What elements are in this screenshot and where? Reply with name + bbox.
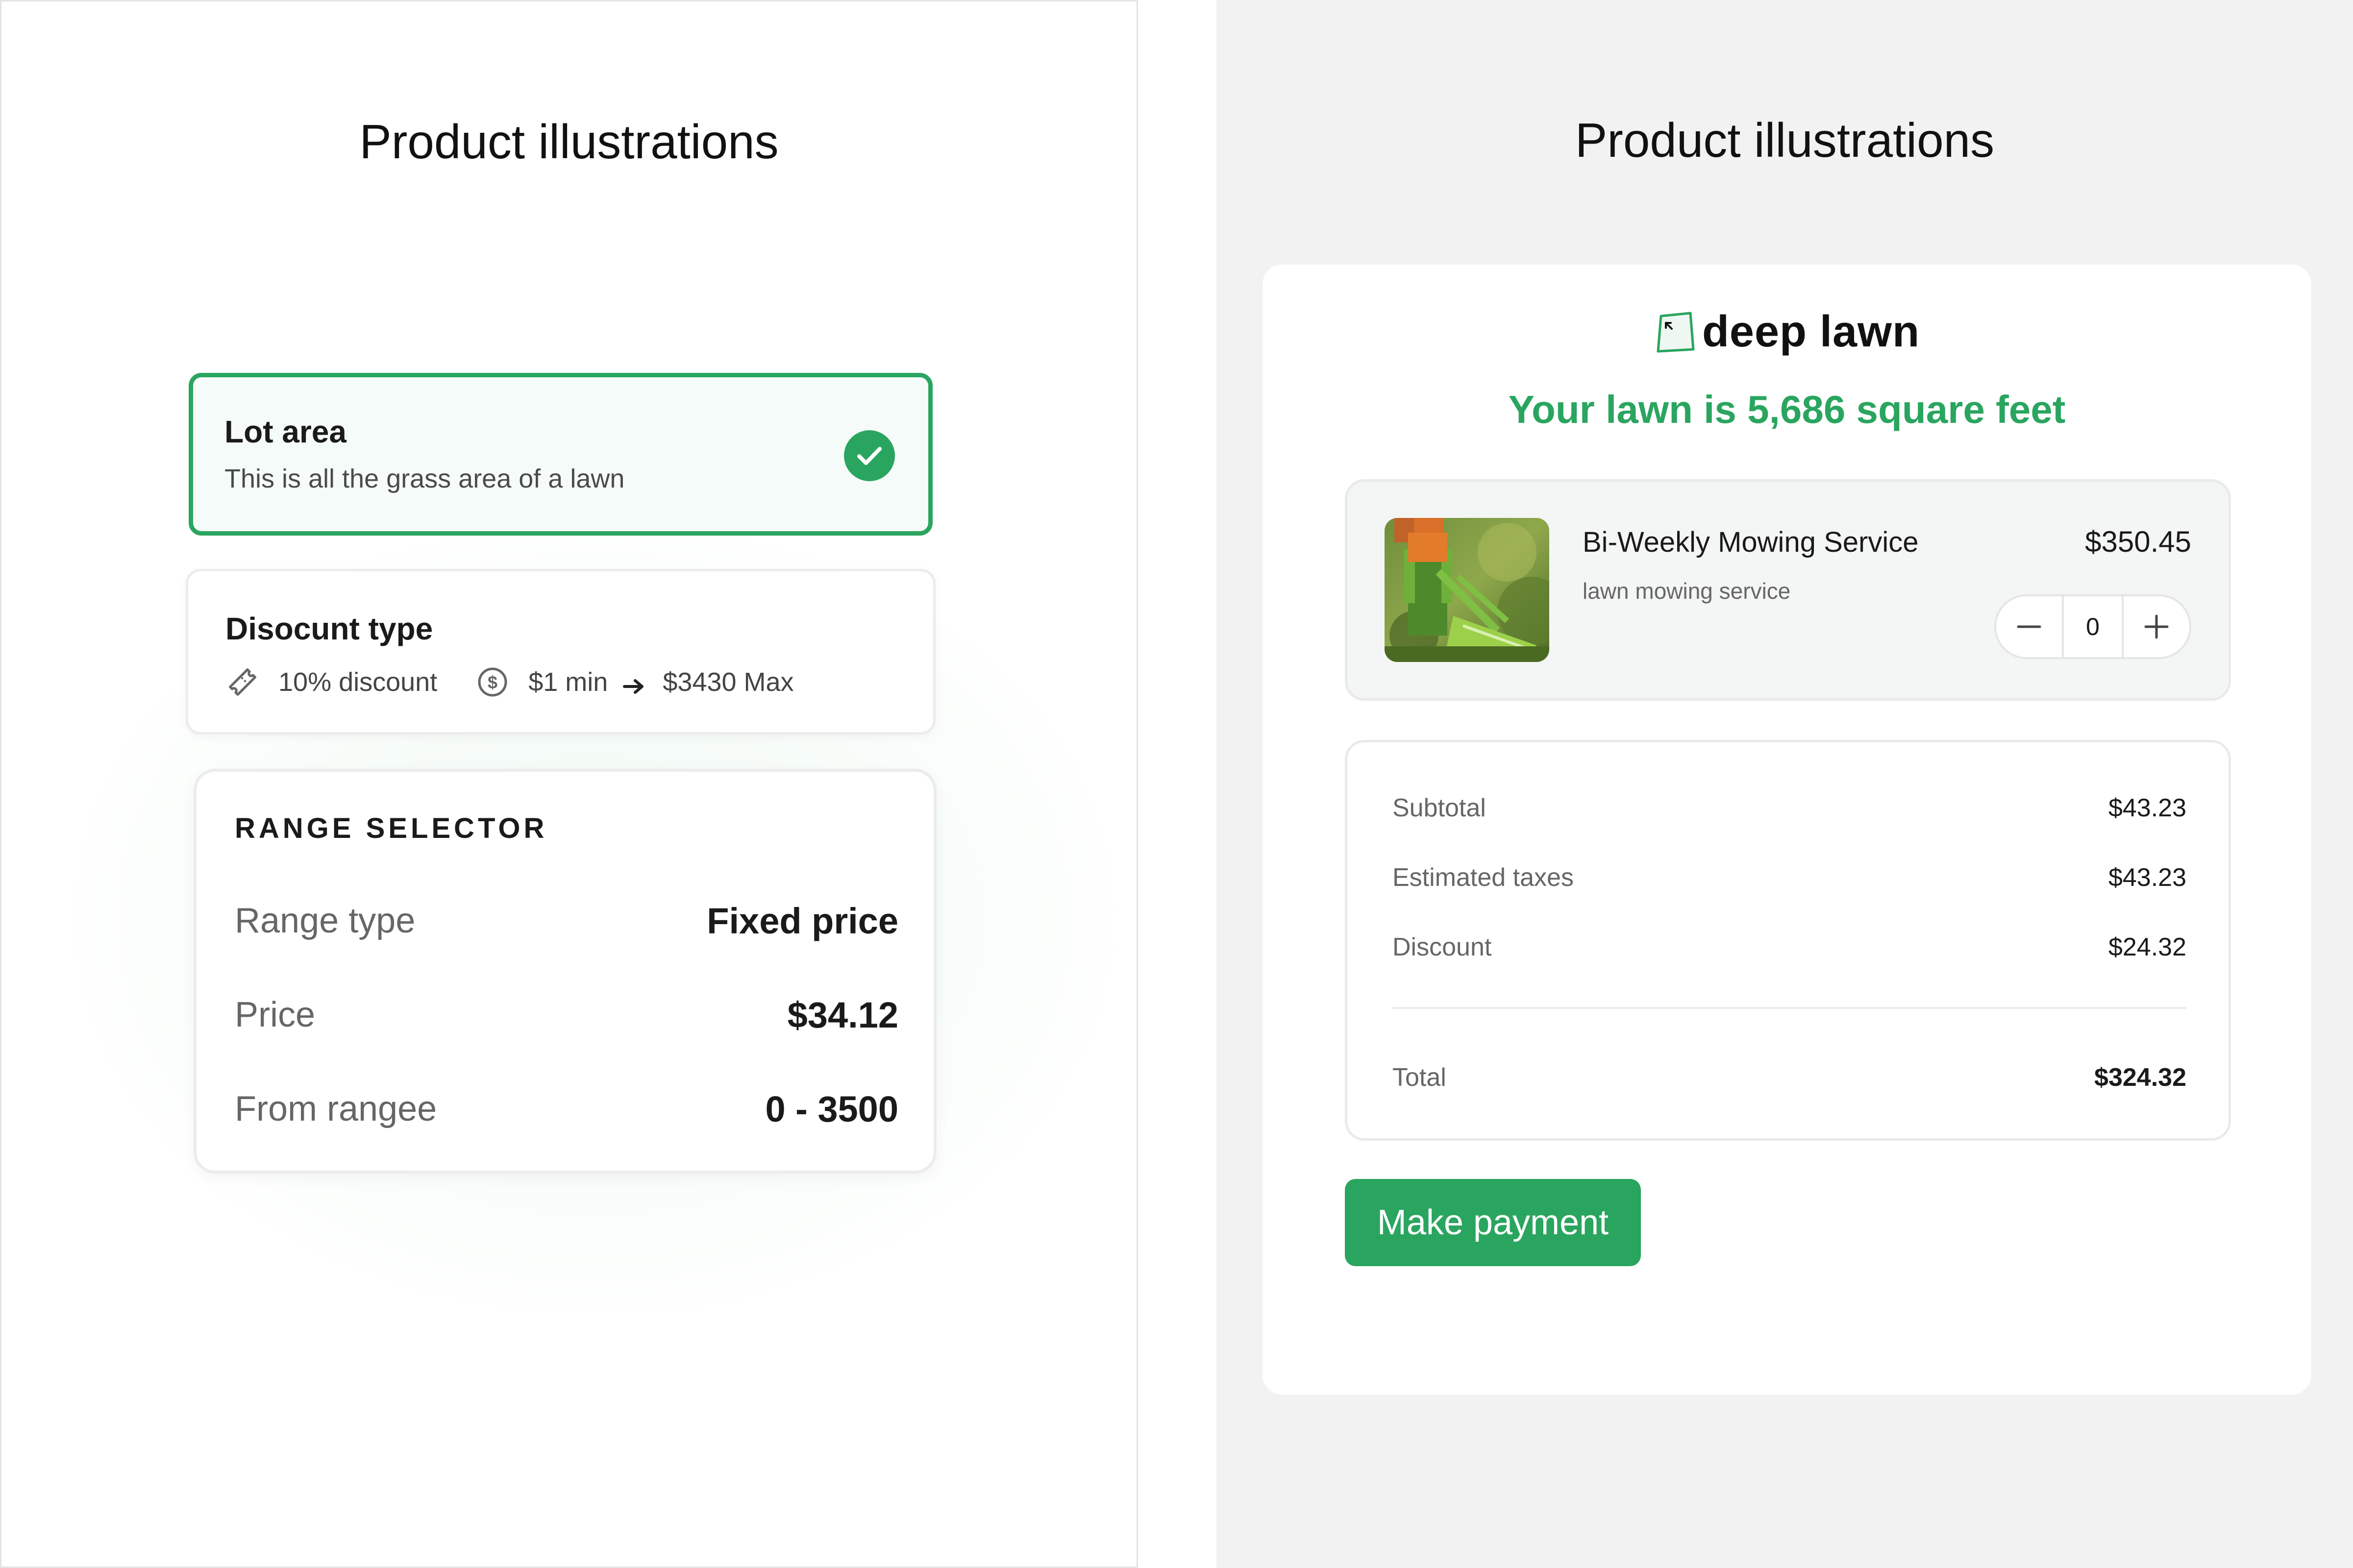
brand: deep lawn: [1263, 307, 2311, 357]
summary-row: Subtotal $43.23: [1392, 788, 2186, 828]
range-row-value: 0 - 3500: [765, 1088, 898, 1129]
range-row: From rangee 0 - 3500: [235, 1084, 898, 1133]
product-name: Bi-Weekly Mowing Service: [1583, 526, 1919, 558]
quantity-value[interactable]: 0: [2062, 596, 2124, 657]
summary-row: Estimated taxes $43.23: [1392, 858, 2186, 897]
range-selector-heading: RANGE SELECTOR: [235, 812, 548, 844]
summary-label: Subtotal: [1392, 794, 1486, 822]
right-panel: Product illustrations deep lawn Your law…: [1216, 0, 2353, 1568]
panel-title-left: Product illustrations: [359, 115, 779, 169]
ticket-icon: [225, 665, 260, 699]
order-summary: Subtotal $43.23 Estimated taxes $43.23 D…: [1345, 740, 2231, 1141]
left-panel: Product illustrations Lot area This is a…: [0, 0, 1138, 1568]
summary-value: $43.23: [2108, 863, 2186, 892]
minus-icon: [2017, 625, 2041, 628]
range-row-label: From rangee: [235, 1089, 437, 1128]
plus-icon: [2144, 614, 2169, 639]
quantity-stepper: 0: [1994, 594, 2191, 659]
discount-type-card[interactable]: Disocunt type 10% discount $ $1 min $343…: [186, 569, 936, 735]
summary-value: $24.32: [2108, 933, 2186, 961]
product-price: $350.45: [2085, 525, 2191, 558]
lot-area-title: Lot area: [224, 414, 347, 449]
discount-max: $3430 Max: [663, 667, 794, 697]
arrow-right-icon: [622, 672, 646, 694]
discount-type-title: Disocunt type: [225, 611, 433, 646]
check-icon: [844, 430, 895, 481]
dollar-circle-icon: $: [475, 665, 510, 699]
summary-divider: [1392, 1007, 2186, 1009]
checkout-card: deep lawn Your lawn is 5,686 square feet: [1263, 265, 2311, 1395]
discount-percent: 10% discount: [278, 667, 438, 697]
summary-row: Discount $24.32: [1392, 928, 2186, 967]
range-selector-card: RANGE SELECTOR Range type Fixed price Pr…: [194, 769, 937, 1174]
summary-label: Estimated taxes: [1392, 863, 1574, 892]
decrease-quantity-button[interactable]: [1996, 596, 2062, 657]
product-description: lawn mowing service: [1583, 578, 1791, 604]
range-row: Range type Fixed price: [235, 896, 898, 945]
lot-area-option[interactable]: Lot area This is all the grass area of a…: [189, 373, 933, 536]
lot-area-description: This is all the grass area of a lawn: [224, 464, 625, 493]
discount-details: 10% discount $ $1 min $3430 Max: [225, 662, 794, 702]
total-value: $324.32: [2094, 1063, 2186, 1092]
range-row-label: Price: [235, 995, 316, 1034]
panel-title-right: Product illustrations: [1575, 113, 1995, 167]
increase-quantity-button[interactable]: [2124, 596, 2189, 657]
lawn-logo-icon: [1654, 310, 1695, 354]
product-image: [1385, 518, 1549, 662]
range-row: Price $34.12: [235, 990, 898, 1039]
summary-label: Discount: [1392, 933, 1492, 961]
summary-value: $43.23: [2108, 794, 2186, 822]
range-row-value: Fixed price: [707, 900, 898, 941]
lawn-size-headline: Your lawn is 5,686 square feet: [1508, 388, 2066, 431]
total-row: Total $324.32: [1392, 1058, 2186, 1097]
brand-name: deep lawn: [1702, 307, 1920, 356]
discount-min: $1 min: [528, 667, 608, 697]
total-label: Total: [1392, 1063, 1446, 1092]
product-item: Bi-Weekly Mowing Service lawn mowing ser…: [1345, 479, 2231, 701]
svg-text:$: $: [488, 672, 497, 692]
range-row-label: Range type: [235, 901, 416, 940]
range-row-value: $34.12: [787, 994, 898, 1035]
make-payment-button[interactable]: Make payment: [1345, 1179, 1641, 1266]
